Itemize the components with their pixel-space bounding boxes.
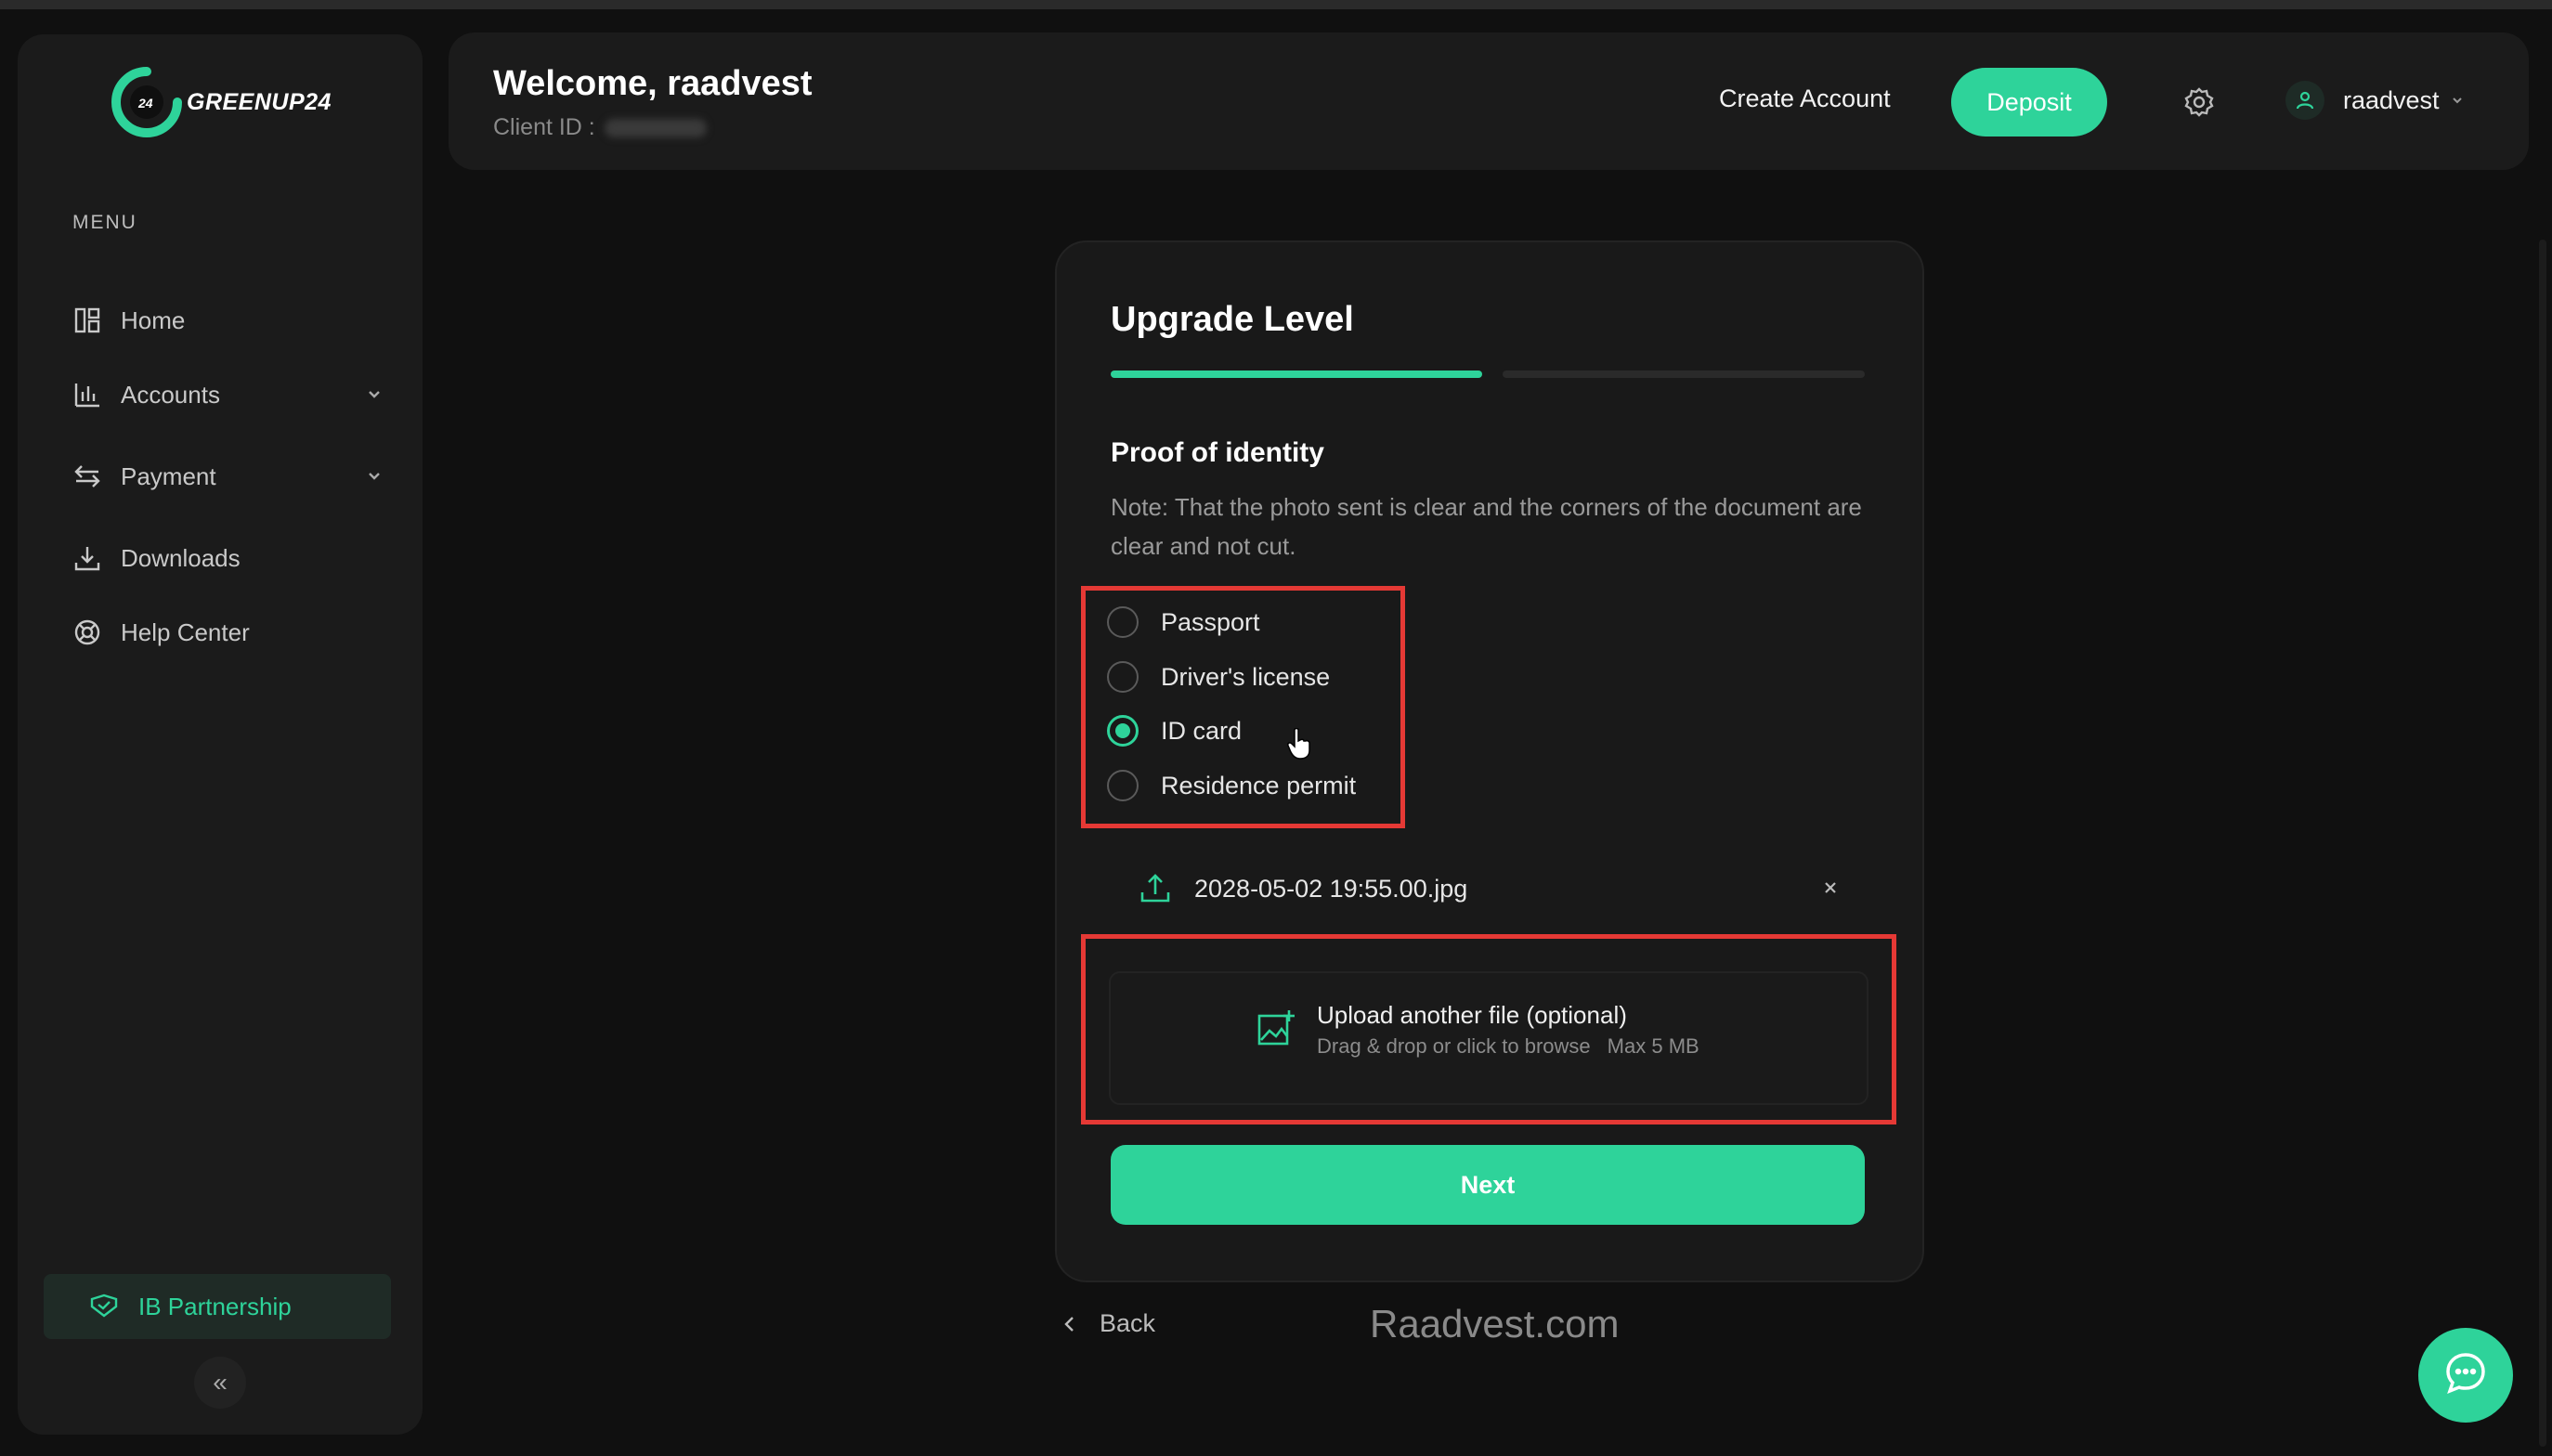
deposit-button[interactable]: Deposit (1951, 68, 2107, 136)
bar-chart-icon (71, 378, 104, 411)
upload-icon (1139, 872, 1172, 905)
watermark-text: Raadvest.com (1370, 1302, 1620, 1346)
upload-hint: Drag & drop or click to browse Max 5 MB (1317, 1034, 1716, 1059)
identity-note: Note: That the photo sent is clear and t… (1111, 493, 1862, 560)
upload-max-size: Max 5 MB (1607, 1034, 1699, 1058)
brand-name: GREENUP24 (187, 88, 332, 115)
username: raadvest (2343, 85, 2440, 114)
ib-partnership-label: IB Partnership (138, 1292, 292, 1320)
collapse-sidebar-button[interactable]: « (194, 1357, 246, 1409)
close-icon[interactable] (1816, 874, 1844, 902)
double-chevron-left-icon: « (213, 1368, 228, 1397)
chevron-down-icon[interactable] (362, 383, 386, 407)
top-header: Welcome, raadvest Client ID : Create Acc… (449, 32, 2529, 170)
brand-logo[interactable]: 24 GREENUP24 (111, 66, 332, 138)
sidebar-item-label: Help Center (121, 618, 250, 646)
sidebar-item-payment[interactable]: Payment (71, 453, 386, 500)
sidebar-item-downloads[interactable]: Downloads (71, 535, 386, 581)
sidebar: 24 GREENUP24 MENU Home Accounts Payment … (18, 34, 423, 1435)
sidebar-item-label: Payment (121, 462, 216, 490)
file-dropzone[interactable]: Upload another file (optional) Drag & dr… (1109, 971, 1868, 1105)
chat-bubble-icon (2441, 1349, 2490, 1402)
scrollbar[interactable] (2539, 240, 2546, 1447)
chevron-down-icon[interactable] (362, 464, 386, 488)
section-title: Proof of identity (1111, 437, 1324, 468)
create-account-link[interactable]: Create Account (1719, 84, 1891, 113)
grid-icon (71, 304, 104, 337)
option-label: Residence permit (1161, 771, 1357, 800)
step-progress (1111, 370, 1865, 378)
card-title: Upgrade Level (1111, 300, 1354, 339)
uploaded-file-row: 2028-05-02 19:55.00.jpg (1139, 870, 1844, 907)
chevron-down-icon (2449, 92, 2466, 109)
next-button[interactable]: Next (1111, 1145, 1865, 1225)
image-upload-icon (1256, 1008, 1296, 1049)
handshake-icon (88, 1290, 122, 1323)
back-link[interactable]: Back (1059, 1309, 1155, 1338)
ib-partnership-button[interactable]: IB Partnership (44, 1274, 391, 1339)
back-label: Back (1100, 1309, 1156, 1337)
chat-button[interactable] (2418, 1328, 2513, 1423)
option-residence-permit[interactable]: Residence permit (1107, 765, 1356, 806)
download-icon (71, 541, 104, 575)
greenup-logo-icon: 24 (111, 66, 183, 138)
lifebuoy-icon (71, 616, 104, 649)
client-id-label: Client ID : (493, 114, 595, 140)
client-id-value-redacted (604, 118, 707, 137)
welcome-title: Welcome, raadvest (493, 64, 813, 103)
sidebar-item-accounts[interactable]: Accounts (71, 371, 386, 418)
upload-title: Upload another file (optional) (1317, 1001, 1627, 1029)
progress-fill (1111, 370, 1482, 378)
option-id-card[interactable]: ID card (1107, 710, 1242, 751)
radio-button[interactable] (1107, 770, 1139, 801)
sidebar-item-help-center[interactable]: Help Center (71, 609, 386, 656)
sidebar-item-label: Home (121, 306, 186, 334)
user-icon (2285, 81, 2324, 120)
sidebar-item-label: Accounts (121, 380, 220, 409)
radio-button-selected[interactable] (1107, 715, 1139, 747)
option-label: ID card (1161, 716, 1243, 745)
upload-hint-text: Drag & drop or click to browse (1317, 1034, 1591, 1058)
option-label: Passport (1161, 607, 1260, 636)
menu-title: MENU (72, 212, 137, 233)
transfer-icon (71, 460, 104, 493)
radio-button[interactable] (1107, 661, 1139, 693)
sidebar-item-label: Downloads (121, 543, 241, 572)
svg-text:24: 24 (137, 96, 153, 110)
progress-track (1503, 370, 1865, 378)
window-top-bar (0, 0, 2552, 9)
hand-cursor-icon (1287, 727, 1311, 760)
gear-icon[interactable] (2183, 86, 2215, 118)
sidebar-item-home[interactable]: Home (71, 297, 386, 344)
chevron-left-icon (1059, 1313, 1081, 1335)
option-drivers-license[interactable]: Driver's license (1107, 656, 1330, 697)
option-passport[interactable]: Passport (1107, 602, 1260, 643)
uploaded-file-name: 2028-05-02 19:55.00.jpg (1194, 874, 1468, 903)
radio-button[interactable] (1107, 606, 1139, 638)
client-id: Client ID : (493, 114, 707, 141)
user-menu[interactable]: raadvest (2285, 81, 2466, 120)
option-label: Driver's license (1161, 662, 1331, 691)
